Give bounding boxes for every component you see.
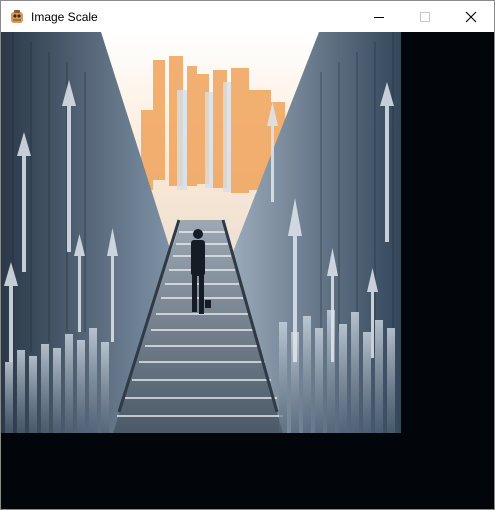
app-window: Image Scale	[0, 0, 495, 510]
title-bar[interactable]: Image Scale	[1, 1, 494, 32]
image-canvas	[1, 32, 494, 509]
app-icon	[11, 9, 23, 23]
minimize-icon	[374, 16, 384, 18]
window-title: Image Scale	[31, 9, 98, 24]
window-controls	[356, 1, 494, 32]
scaled-image	[1, 32, 401, 433]
maximize-icon	[420, 11, 430, 22]
maximize-button[interactable]	[402, 1, 448, 32]
close-button[interactable]	[448, 1, 494, 32]
minimize-button[interactable]	[356, 1, 402, 32]
close-icon	[465, 11, 477, 22]
